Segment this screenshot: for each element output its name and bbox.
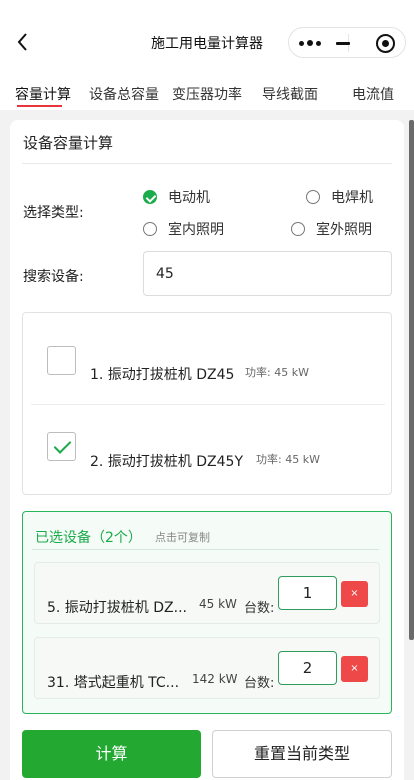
target-icon[interactable] xyxy=(376,34,395,53)
result-name[interactable]: 1. 振动打拔桩机 DZ45 xyxy=(90,364,234,384)
selected-item-power: 45 kW xyxy=(199,597,237,611)
radio-motor[interactable]: 电动机 xyxy=(143,187,210,207)
qty-label: 台数: xyxy=(244,676,275,691)
tab-bar: 容量计算 设备总容量 变压器功率 导线截面 电流值 xyxy=(0,84,414,110)
scrollbar[interactable] xyxy=(409,120,414,640)
result-checkbox[interactable] xyxy=(47,346,76,375)
radio-circle-icon xyxy=(306,190,320,204)
tab-capacity[interactable]: 容量计算 xyxy=(15,84,71,104)
qty-label: 台数: xyxy=(244,601,275,616)
reset-button[interactable]: 重置当前类型 xyxy=(212,730,392,778)
mini-program-capsule xyxy=(288,27,406,58)
tab-current[interactable]: 电流值 xyxy=(352,84,394,104)
search-input[interactable] xyxy=(143,251,392,296)
selected-title: 已选设备（2个） xyxy=(35,530,142,546)
radio-welder[interactable]: 电焊机 xyxy=(306,187,373,207)
tab-active-indicator xyxy=(17,105,62,107)
radio-circle-icon xyxy=(143,222,157,236)
radio-circle-icon xyxy=(291,222,305,236)
quantity-input[interactable]: 2 xyxy=(278,651,337,685)
result-power: 功率: 45 kW xyxy=(256,453,320,466)
result-name[interactable]: 2. 振动打拔桩机 DZ45Y xyxy=(90,451,243,471)
card-title: 设备容量计算 xyxy=(23,134,114,152)
type-label: 选择类型: xyxy=(23,205,84,221)
result-power: 功率: 45 kW xyxy=(245,366,309,379)
selected-item-power: 142 kW xyxy=(192,672,238,686)
quantity-input[interactable]: 1 xyxy=(278,576,337,610)
tab-transformer[interactable]: 变压器功率 xyxy=(172,84,242,104)
check-circle-icon xyxy=(143,190,157,204)
tab-total-capacity[interactable]: 设备总容量 xyxy=(89,84,159,104)
delete-button[interactable]: × xyxy=(341,656,368,682)
nav-bar: 施工用电量计算器 xyxy=(0,0,414,84)
minimize-icon[interactable] xyxy=(336,42,350,45)
more-dots-icon[interactable] xyxy=(297,34,323,52)
selected-item-name: 31. 塔式起重机 TC... xyxy=(47,675,180,691)
result-checkbox[interactable] xyxy=(47,432,76,461)
radio-outdoor-lighting[interactable]: 室外照明 xyxy=(291,219,372,239)
radio-indoor-lighting[interactable]: 室内照明 xyxy=(143,219,224,239)
search-label: 搜索设备: xyxy=(23,269,84,285)
calculate-button[interactable]: 计算 xyxy=(22,730,201,778)
divider xyxy=(31,404,385,405)
tab-wire-section[interactable]: 导线截面 xyxy=(262,84,318,104)
delete-button[interactable]: × xyxy=(341,581,368,607)
divider xyxy=(22,163,392,164)
selected-item-name: 5. 振动打拔桩机 DZ... xyxy=(47,600,187,616)
divider xyxy=(32,549,379,550)
copy-hint[interactable]: 点击可复制 xyxy=(155,529,210,545)
